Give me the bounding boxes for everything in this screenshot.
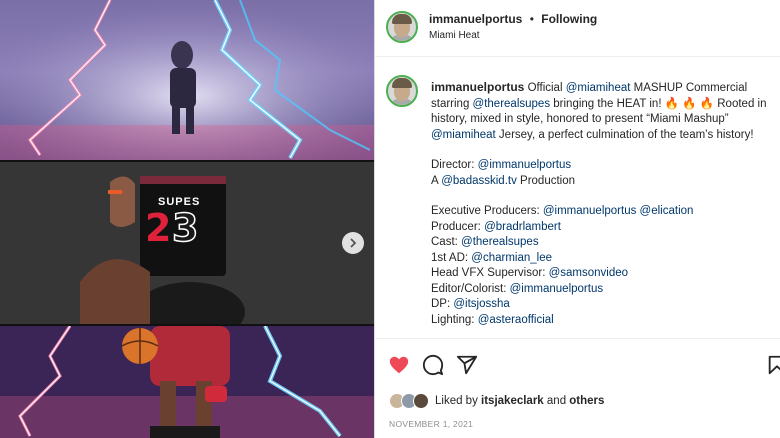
caption-avatar[interactable] xyxy=(386,75,418,107)
mention-link[interactable]: @elication xyxy=(636,205,694,217)
actions-divider xyxy=(375,338,780,339)
post-media[interactable]: SUPES 2 3 xyxy=(0,0,374,438)
media-panel-top xyxy=(0,0,374,160)
likes-middle: and xyxy=(543,395,570,407)
next-media-button[interactable] xyxy=(342,232,364,254)
credit-label: Head VFX Supervisor: xyxy=(431,267,549,279)
credit-label: DP: xyxy=(431,298,454,310)
credit-line: Lighting: @asteraofficial xyxy=(431,313,776,329)
mention-link[interactable]: @miamiheat xyxy=(566,82,631,94)
credit-label: Executive Producers: xyxy=(431,205,543,217)
credit-line: 1st AD: @charmian_lee xyxy=(431,251,776,267)
mention-link[interactable]: @samsonvideo xyxy=(549,267,628,279)
credit-label: Production xyxy=(516,174,576,187)
mention-link[interactable]: @immanuelportus xyxy=(478,159,572,171)
credit-line: Editor/Colorist: @immanuelportus xyxy=(431,282,776,298)
credit-label: Cast: xyxy=(431,236,462,248)
likes-row: Liked by itsjakeclark and others xyxy=(389,392,604,410)
location-link[interactable]: Miami Heat xyxy=(429,30,480,41)
mention-link[interactable]: @immanuelportus xyxy=(543,205,637,217)
liker-avatar[interactable] xyxy=(413,393,429,409)
like-button[interactable] xyxy=(388,354,410,381)
mention-link[interactable]: @miamiheat xyxy=(431,129,496,141)
post-date[interactable]: NOVEMBER 1, 2021 xyxy=(389,419,473,429)
caption-username[interactable]: immanuelportus xyxy=(431,80,524,94)
jersey-number-right: 3 xyxy=(171,205,199,251)
likes-prefix: Liked by xyxy=(435,395,482,407)
mention-link[interactable]: @immanuelportus xyxy=(510,283,604,295)
following-button[interactable]: Following xyxy=(541,12,597,26)
credit-line: Director: @immanuelportus xyxy=(431,158,776,174)
lightning-scene-top xyxy=(0,0,374,160)
mention-link[interactable]: @itsjossha xyxy=(453,298,509,310)
caption-text: Jersey, a perfect culmination of the tea… xyxy=(495,128,754,141)
mention-link[interactable]: @therealsupes xyxy=(473,98,551,110)
author-avatar[interactable] xyxy=(386,11,418,43)
caption-text: Official xyxy=(527,82,566,94)
author-username[interactable]: immanuelportus xyxy=(429,12,522,26)
heart-icon xyxy=(389,356,409,374)
post-header xyxy=(375,0,780,57)
mention-link[interactable]: @bradrlambert xyxy=(484,221,561,233)
credit-label: A xyxy=(431,174,442,187)
media-panel-bottom xyxy=(0,326,374,438)
lightning-scene-bottom xyxy=(0,326,374,438)
comment-icon xyxy=(422,354,444,376)
credit-line: Head VFX Supervisor: @samsonvideo xyxy=(431,266,776,282)
credit-label: Editor/Colorist: xyxy=(431,282,510,295)
bookmark-icon xyxy=(768,355,780,375)
credit-line: A @badasskid.tv Production xyxy=(431,174,776,190)
share-button[interactable] xyxy=(456,354,478,381)
save-button[interactable] xyxy=(766,354,780,381)
credit-line: Executive Producers: @immanuelportus @el… xyxy=(431,204,776,220)
likes-others-link[interactable]: others xyxy=(569,395,604,407)
caption: immanuelportus Official @miamiheat MASHU… xyxy=(431,80,776,328)
credit-label: Lighting: xyxy=(431,313,478,326)
media-divider xyxy=(374,0,375,438)
mention-link[interactable]: @asteraofficial xyxy=(478,314,554,326)
header-user-line: immanuelportus • Following xyxy=(429,12,597,26)
caption-paragraph: immanuelportus Official @miamiheat MASHU… xyxy=(431,80,776,143)
mention-link[interactable]: @badasskid.tv xyxy=(441,175,517,187)
credit-line: Producer: @bradrlambert xyxy=(431,220,776,236)
credit-line: Cast: @therealsupes xyxy=(431,235,776,251)
credit-label: Director: xyxy=(431,159,478,171)
chevron-right-icon xyxy=(350,238,357,248)
share-icon xyxy=(456,355,478,375)
comment-button[interactable] xyxy=(422,354,444,381)
caption-text: MASHUP Commercial xyxy=(630,82,748,94)
mention-link[interactable]: @charmian_lee xyxy=(471,252,552,264)
separator-dot: • xyxy=(529,12,534,26)
credit-label: Producer: xyxy=(431,220,485,233)
caption-text: starring xyxy=(431,97,473,110)
jersey-number-left: 2 xyxy=(145,206,172,250)
mention-link[interactable]: @therealsupes xyxy=(461,236,539,248)
likes-text: Liked by itsjakeclark and others xyxy=(435,395,604,407)
credit-line: DP: @itsjossha xyxy=(431,297,776,313)
liker-username[interactable]: itsjakeclark xyxy=(481,395,544,407)
credit-label: 1st AD: xyxy=(431,251,472,264)
